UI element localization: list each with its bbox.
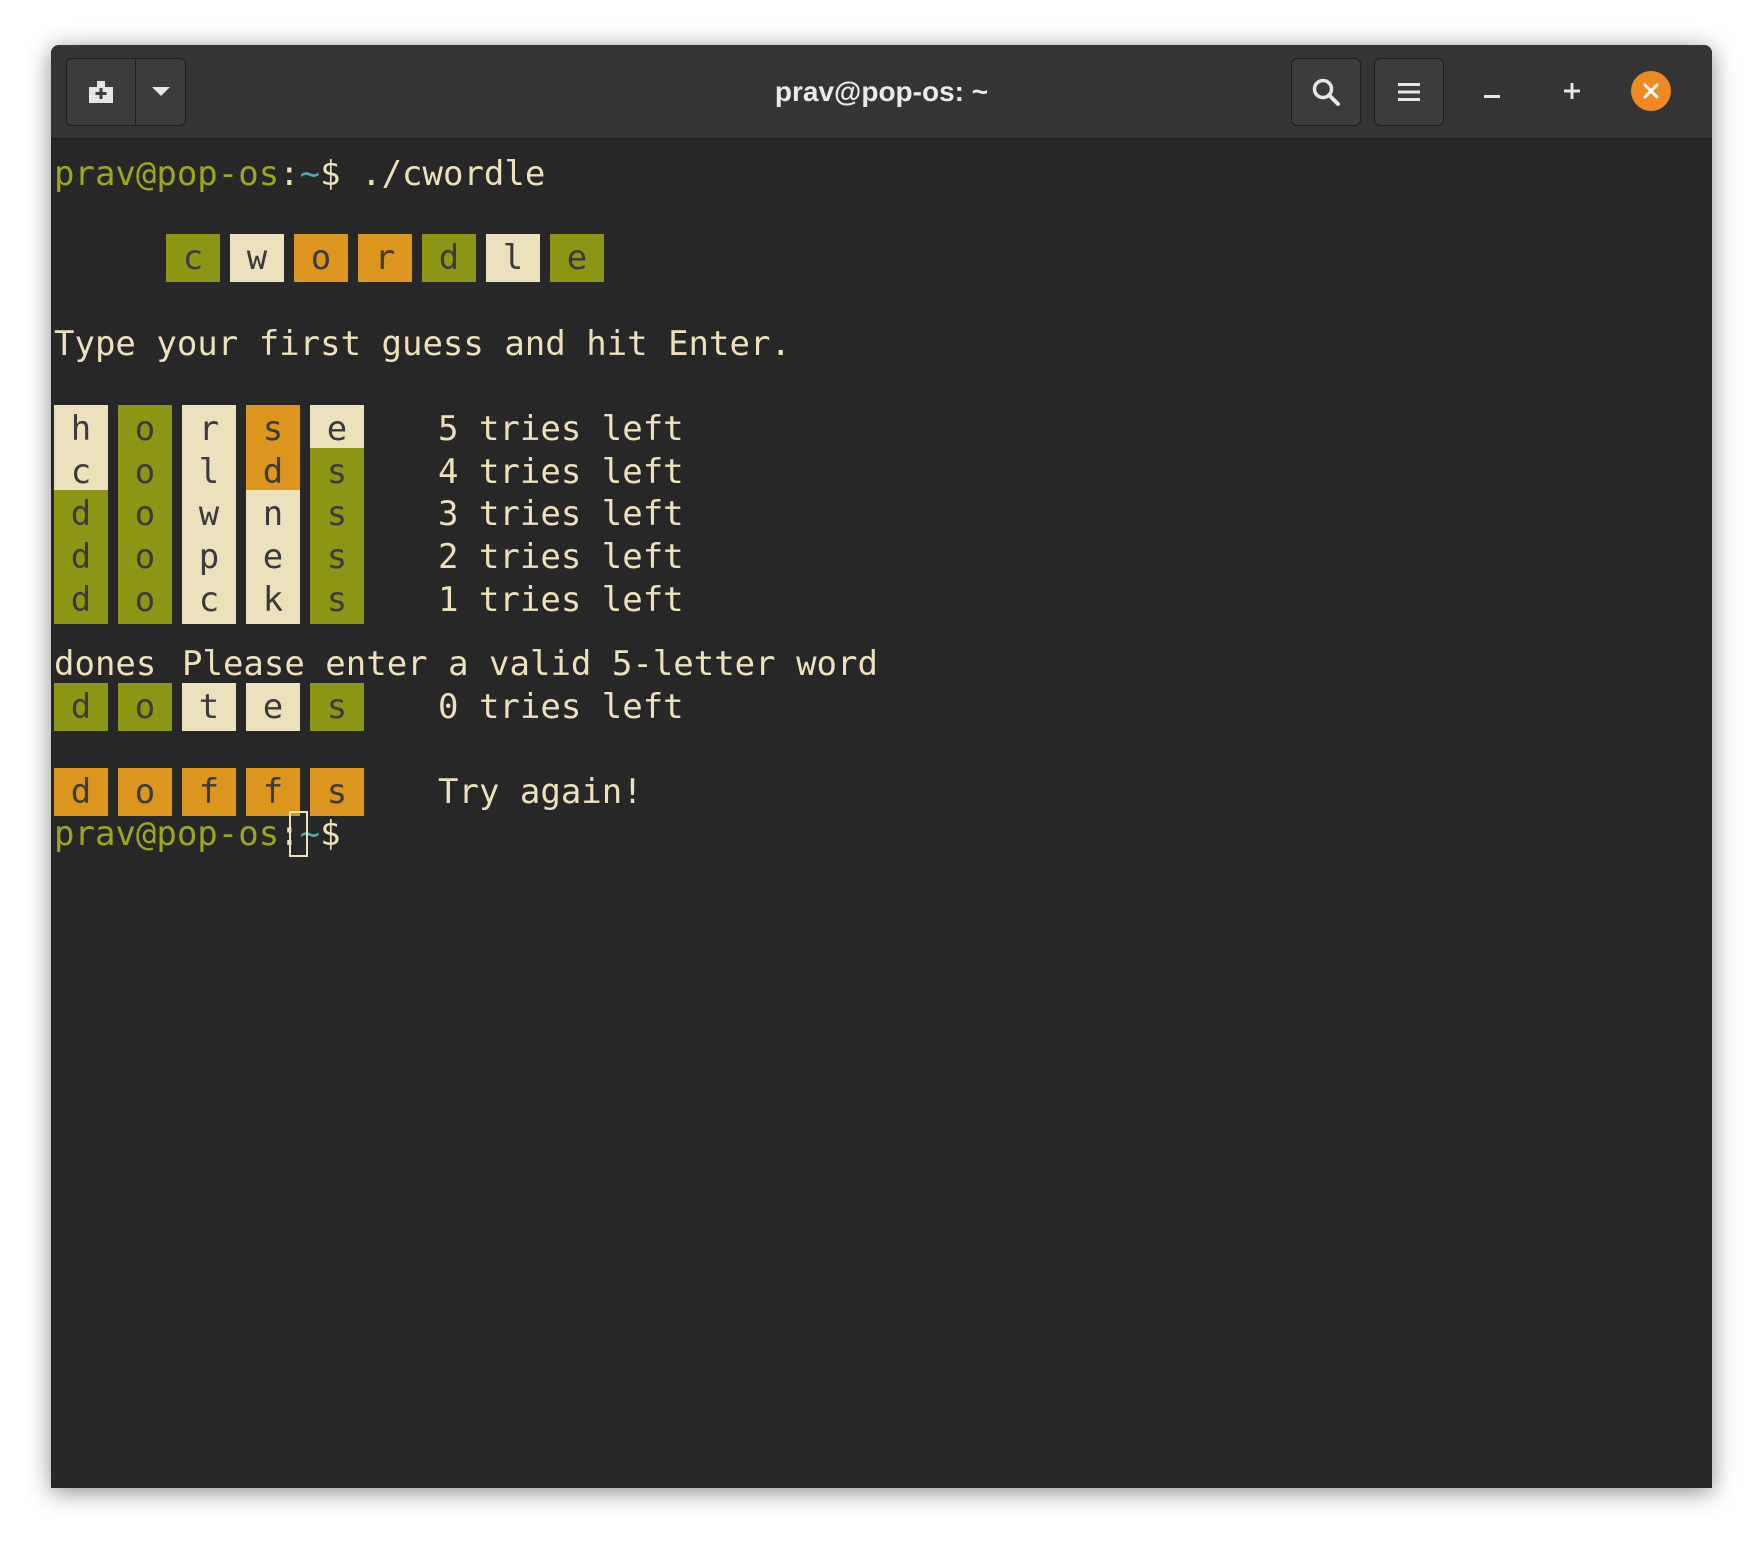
guess-tile: o bbox=[118, 447, 172, 496]
logo-tile: r bbox=[358, 234, 412, 282]
answer-tile: d bbox=[54, 768, 108, 816]
guess-tile: c bbox=[54, 447, 108, 496]
guess-tile: p bbox=[182, 533, 236, 582]
hamburger-menu-icon bbox=[1398, 83, 1420, 101]
invalid-input-text: dones bbox=[54, 644, 157, 684]
answer-tile: o bbox=[118, 768, 172, 816]
logo-tile: l bbox=[486, 234, 540, 282]
guess-tile: e bbox=[246, 683, 300, 731]
guess-tile: d bbox=[54, 683, 108, 731]
tries-left-text: 2 tries left bbox=[438, 537, 684, 578]
command-line: prav@pop-os:~$ ./cwordle bbox=[54, 150, 545, 198]
guess-tile: d bbox=[246, 447, 300, 496]
logo-tile: d bbox=[422, 234, 476, 282]
text-cursor bbox=[289, 811, 308, 857]
guess-tile: c bbox=[182, 575, 236, 624]
instructions-text: Type your first guess and hit Enter. bbox=[54, 324, 791, 364]
tries-left-text: 1 tries left bbox=[438, 579, 684, 620]
new-tab-button[interactable] bbox=[67, 59, 136, 125]
guess-tile: n bbox=[246, 490, 300, 539]
guess-tile: d bbox=[54, 575, 108, 624]
guess-tile: w bbox=[182, 490, 236, 539]
close-icon bbox=[1643, 83, 1659, 99]
close-button[interactable] bbox=[1629, 69, 1673, 113]
guess-tile: h bbox=[54, 405, 108, 453]
invalid-message: Please enter a valid 5-letter word bbox=[182, 644, 878, 684]
guess-tile: t bbox=[182, 683, 236, 731]
prompt-path: ~ bbox=[299, 154, 321, 194]
guess-tile: s bbox=[310, 533, 364, 582]
guess-tile: e bbox=[310, 405, 364, 453]
logo-tile: c bbox=[166, 234, 220, 282]
guess-tile: o bbox=[118, 683, 172, 731]
window-title: prav@pop-os: ~ bbox=[774, 76, 989, 107]
search-icon bbox=[1312, 78, 1340, 106]
answer-tile: f bbox=[246, 768, 300, 816]
prompt-colon: : bbox=[279, 154, 300, 194]
guess-tile: o bbox=[118, 405, 172, 453]
guess-tile: d bbox=[54, 490, 108, 539]
minimize-button[interactable] bbox=[1470, 69, 1514, 113]
guess-tile: s bbox=[310, 447, 364, 496]
logo-tile: e bbox=[550, 234, 604, 282]
tries-left-text: 0 tries left bbox=[438, 687, 684, 727]
new-tab-button-group bbox=[66, 58, 186, 126]
guess-tile: s bbox=[310, 683, 364, 731]
answer-tile: s bbox=[310, 768, 364, 816]
guess-tile: r bbox=[182, 405, 236, 453]
guess-tile: d bbox=[54, 533, 108, 582]
prompt-user-host: prav@pop-os bbox=[54, 814, 280, 854]
header-bar: prav@pop-os: ~ bbox=[51, 45, 1712, 139]
guess-tile: s bbox=[246, 405, 300, 453]
new-tab-icon bbox=[89, 81, 113, 103]
tries-left-text: 4 tries left bbox=[438, 451, 684, 492]
new-tab-dropdown-button[interactable] bbox=[136, 59, 185, 125]
search-button[interactable] bbox=[1291, 58, 1361, 126]
prompt-symbol: $ bbox=[320, 154, 341, 194]
answer-tile: f bbox=[182, 768, 236, 816]
guess-tile: o bbox=[118, 575, 172, 624]
terminal-output[interactable]: prav@pop-os:~$ ./cwordle cwordle Type yo… bbox=[51, 138, 1712, 1488]
menu-button[interactable] bbox=[1374, 58, 1444, 126]
terminal-window: prav@pop-os: ~ prav@pop-os:~$ ./cwordle … bbox=[51, 45, 1712, 1488]
guess-tile: s bbox=[310, 575, 364, 624]
tries-left-text: 5 tries left bbox=[438, 409, 684, 449]
minimize-icon bbox=[1484, 95, 1500, 98]
guess-tile: k bbox=[246, 575, 300, 624]
chevron-down-icon bbox=[151, 87, 170, 96]
guess-tile: l bbox=[182, 447, 236, 496]
result-message: Try again! bbox=[438, 772, 643, 812]
guess-tile: s bbox=[310, 490, 364, 539]
command-text: ./cwordle bbox=[340, 154, 546, 194]
logo-tile: o bbox=[294, 234, 348, 282]
prompt-user-host: prav@pop-os bbox=[54, 154, 280, 194]
guess-tile: o bbox=[118, 490, 172, 539]
logo-tile: w bbox=[230, 234, 284, 282]
guess-tile: e bbox=[246, 533, 300, 582]
tries-left-text: 3 tries left bbox=[438, 494, 684, 535]
maximize-icon bbox=[1564, 83, 1580, 99]
prompt-symbol: $ bbox=[320, 814, 341, 854]
guess-tile: o bbox=[118, 533, 172, 582]
close-circle bbox=[1631, 71, 1671, 111]
maximize-button[interactable] bbox=[1550, 69, 1594, 113]
